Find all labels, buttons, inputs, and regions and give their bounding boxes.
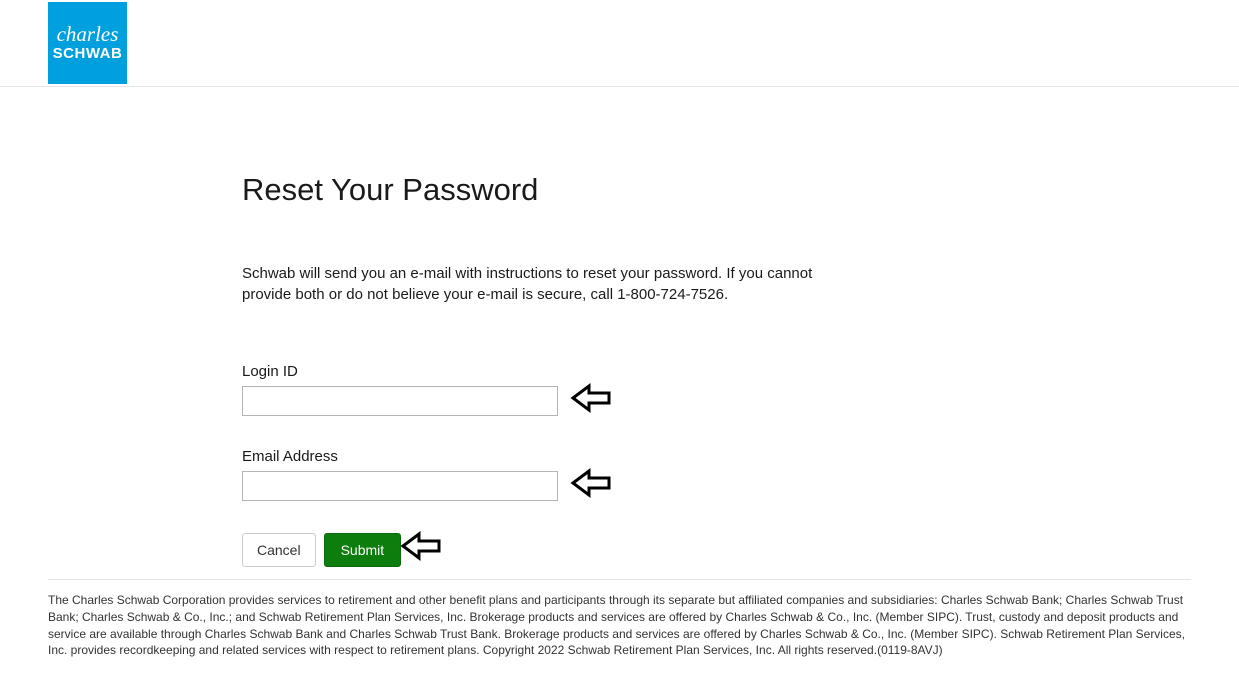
button-row: Cancel Submit [242, 533, 1000, 567]
header: charles SCHWAB [0, 0, 1239, 87]
cancel-button[interactable]: Cancel [242, 533, 316, 567]
arrow-left-icon [567, 380, 615, 421]
login-id-input[interactable] [242, 386, 558, 416]
logo-line1: charles [57, 24, 119, 45]
email-group: Email Address [242, 448, 1000, 501]
footer-divider [48, 579, 1191, 580]
page-title: Reset Your Password [242, 172, 1000, 208]
footer: The Charles Schwab Corporation provides … [0, 592, 1239, 679]
instructions-text: Schwab will send you an e-mail with inst… [242, 263, 862, 305]
login-id-label: Login ID [242, 363, 1000, 380]
footer-text: The Charles Schwab Corporation provides … [48, 592, 1191, 659]
submit-button[interactable]: Submit [324, 533, 402, 567]
login-id-group: Login ID [242, 363, 1000, 416]
arrow-left-icon [567, 465, 615, 506]
schwab-logo: charles SCHWAB [48, 2, 127, 84]
main-content: Reset Your Password Schwab will send you… [0, 87, 1000, 567]
logo-line2: SCHWAB [53, 45, 123, 62]
arrow-left-icon [397, 528, 445, 569]
email-input[interactable] [242, 471, 558, 501]
email-label: Email Address [242, 448, 1000, 465]
